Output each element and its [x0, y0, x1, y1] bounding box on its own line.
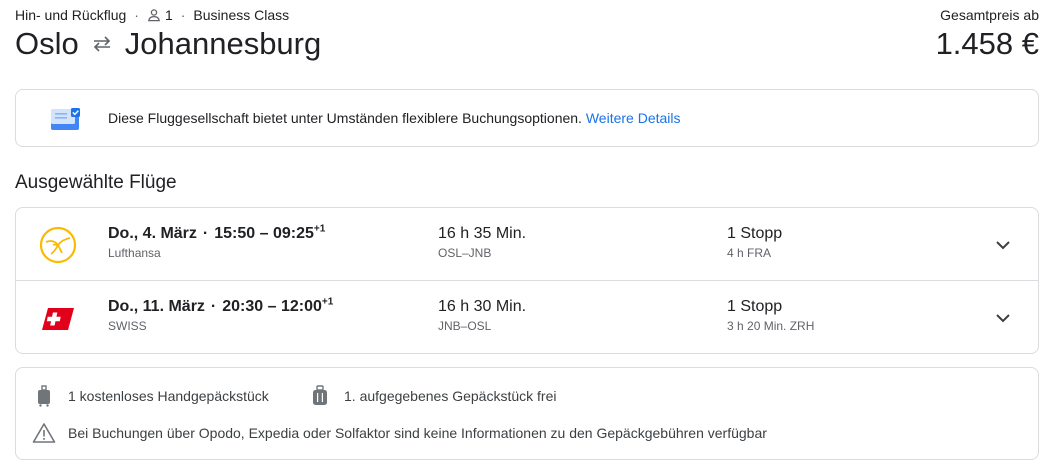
- arrival-time: 09:25: [272, 225, 314, 242]
- warning-icon: [32, 423, 56, 443]
- booking-ticket-icon: [51, 108, 80, 130]
- notice-message: Diese Fluggesellschaft bietet unter Umst…: [108, 110, 681, 126]
- chevron-down-icon[interactable]: [994, 236, 1012, 254]
- separator-dot: ·: [134, 7, 139, 23]
- layover-info: 3 h 20 Min. ZRH: [727, 319, 815, 333]
- flight-stops-info: 1 Stopp 3 h 20 Min. ZRH: [727, 298, 814, 333]
- day-offset: +1: [321, 296, 334, 308]
- trip-header: Hin- und Rückflug · 1 · Business Class O…: [15, 0, 1039, 70]
- flight-main-info: Do., 11. März · 20:30 – 12:00+1 SWISS: [108, 296, 334, 333]
- swiss-flag-icon: [42, 308, 74, 330]
- swap-arrows-icon: [93, 36, 110, 52]
- baggage-fee-text: Bei Buchungen über Opodo, Expedia oder S…: [68, 425, 767, 441]
- separator-dot: ·: [202, 225, 209, 242]
- separator-dot: ·: [180, 7, 186, 23]
- destination-city: Johannesburg: [124, 26, 322, 61]
- flight-main-info: Do., 4. März · 15:50 – 09:25+1 Lufthansa: [108, 223, 326, 260]
- flight-route: OSL–JNB: [438, 246, 492, 260]
- trip-meta: Hin- und Rückflug · 1 · Business Class: [15, 7, 289, 23]
- stop-count: 1 Stopp: [727, 225, 783, 242]
- carry-on-baggage: 1 kostenloses Handgepäckstück: [36, 385, 269, 407]
- departure-time: 15:50: [214, 225, 256, 242]
- flight-date-times: Do., 11. März · 20:30 – 12:00+1: [108, 296, 334, 315]
- total-price: 1.458 €: [935, 26, 1039, 61]
- flight-duration: 16 h 30 Min.: [438, 298, 527, 315]
- carry-on-text: 1 kostenloses Handgepäckstück: [68, 388, 269, 404]
- cabin-class: Business Class: [193, 7, 290, 23]
- day-offset: +1: [313, 223, 326, 235]
- baggage-info-panel: 1 kostenloses Handgepäckstück 1. aufgege…: [15, 367, 1039, 460]
- checked-bag-icon: [313, 385, 327, 405]
- selected-flights-heading: Ausgewählte Flüge: [15, 172, 177, 193]
- selected-flights-list: Do., 4. März · 15:50 – 09:25+1 Lufthansa 1…: [15, 207, 1039, 354]
- trip-type: Hin- und Rückflug: [15, 7, 127, 23]
- person-icon: [148, 9, 160, 22]
- airline-name: SWISS: [108, 319, 147, 333]
- chevron-down-icon[interactable]: [994, 309, 1012, 327]
- flight-row-return[interactable]: Do., 11. März · 20:30 – 12:00+1 SWISS 16 h…: [16, 281, 1038, 353]
- route-title: Oslo Johannesburg: [15, 26, 321, 62]
- flexible-booking-notice: Diese Fluggesellschaft bietet unter Umst…: [15, 89, 1039, 147]
- more-details-link[interactable]: Weitere Details: [586, 110, 681, 126]
- baggage-fee-notice: Bei Buchungen über Opodo, Expedia oder S…: [32, 422, 767, 444]
- passenger-count: 1: [164, 7, 173, 23]
- flight-duration-info: 16 h 35 Min. OSL–JNB: [438, 225, 526, 260]
- price-label: Gesamtpreis ab: [940, 7, 1039, 23]
- flight-duration-info: 16 h 30 Min. JNB–OSL: [438, 298, 526, 333]
- flight-duration: 16 h 35 Min.: [438, 225, 527, 242]
- stop-count: 1 Stopp: [727, 298, 783, 315]
- checked-baggage: 1. aufgegebenes Gepäckstück frei: [312, 385, 556, 407]
- departure-time: 20:30: [222, 298, 264, 315]
- notice-text: Diese Fluggesellschaft bietet unter Umst…: [108, 110, 582, 126]
- checked-bag-text: 1. aufgegebenes Gepäckstück frei: [344, 388, 557, 404]
- arrival-time: 12:00: [280, 298, 322, 315]
- flight-date: Do., 11. März: [108, 298, 205, 315]
- lufthansa-crane-icon: [39, 226, 77, 264]
- origin-city: Oslo: [15, 26, 79, 61]
- flight-stops-info: 1 Stopp 4 h FRA: [727, 225, 782, 260]
- flight-date: Do., 4. März: [108, 225, 197, 242]
- airline-name: Lufthansa: [108, 246, 161, 260]
- separator-dot: ·: [210, 298, 217, 315]
- flight-row-outbound[interactable]: Do., 4. März · 15:50 – 09:25+1 Lufthansa 1…: [16, 208, 1038, 281]
- flight-route: JNB–OSL: [438, 319, 492, 333]
- carry-on-bag-icon: [38, 385, 50, 407]
- flight-date-times: Do., 4. März · 15:50 – 09:25+1: [108, 223, 326, 242]
- layover-info: 4 h FRA: [727, 246, 772, 260]
